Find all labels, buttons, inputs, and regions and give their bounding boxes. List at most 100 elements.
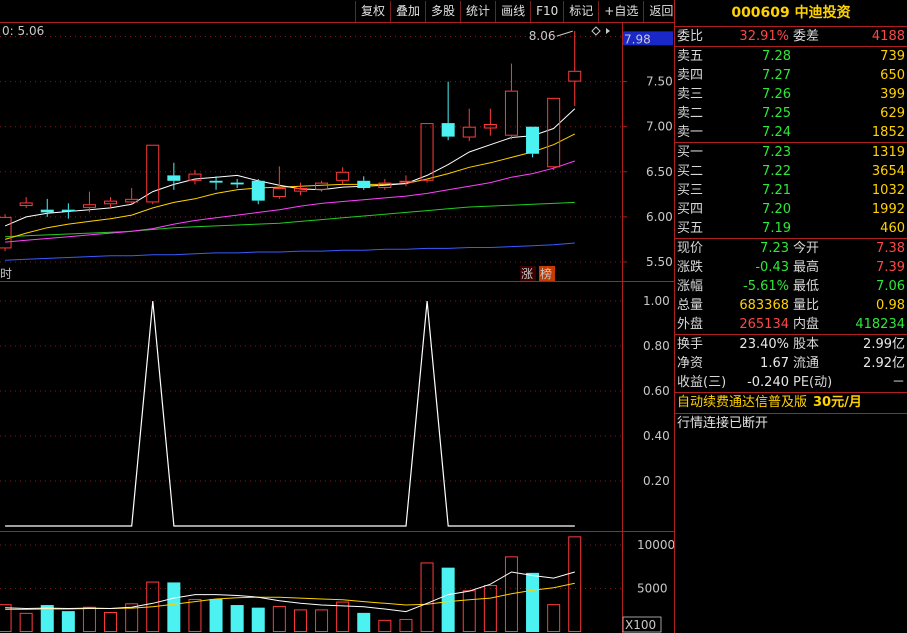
toolbar-button-3[interactable]: 统计: [460, 1, 495, 22]
candle-body[interactable]: [272, 188, 286, 198]
volume-bar[interactable]: [251, 607, 265, 632]
volume-bar[interactable]: [357, 612, 371, 632]
volume-bar[interactable]: [167, 582, 181, 632]
candle-body[interactable]: [568, 70, 582, 82]
order-row[interactable]: 买五 7.19 460: [675, 219, 907, 238]
candle-body[interactable]: [19, 202, 33, 207]
signal-line: [5, 300, 575, 527]
candle-body[interactable]: [146, 144, 160, 203]
quote-value2: 7.38: [876, 241, 905, 256]
order-row[interactable]: 买一 7.23 1319: [675, 143, 907, 162]
chart-area[interactable]: 7.50 7.00 6.50 6.00 5.50 1.00 0.80 0.60 0.40 0.20…: [0, 0, 674, 633]
fund-value: 23.40%: [739, 337, 789, 352]
candle-body[interactable]: [40, 209, 54, 213]
fund-label: 收益(三): [677, 375, 727, 390]
volume-bar[interactable]: [230, 605, 244, 632]
volume-bar[interactable]: [420, 562, 434, 632]
volume-bar[interactable]: [293, 609, 307, 632]
candle-body[interactable]: [399, 180, 413, 183]
candle-body[interactable]: [0, 216, 12, 249]
toolbar-button-4[interactable]: 画线: [495, 1, 530, 22]
order-volume: 1032: [871, 183, 905, 198]
quote-label2: 今开: [793, 241, 820, 256]
candle-body[interactable]: [104, 200, 118, 205]
volume-bar[interactable]: [0, 604, 12, 632]
quote-row: 涨跌 -0.43 最高 7.39: [675, 258, 907, 277]
volume-bar[interactable]: [272, 605, 286, 632]
price-tick-label: 6.50: [646, 165, 673, 179]
high-marker-line: [556, 30, 573, 37]
volume-bar[interactable]: [82, 606, 96, 632]
candle-body[interactable]: [251, 180, 265, 201]
quote-label2: 最高: [793, 260, 820, 275]
toolbar-button-5[interactable]: F10: [530, 1, 563, 22]
quote-panel: 000609 中迪投资 委比 32.91% 委差 4188 卖五 7.28 739 卖…: [674, 0, 907, 633]
order-price: 7.21: [762, 183, 791, 198]
toolbar-button-1[interactable]: 叠加: [390, 1, 425, 22]
candle-body[interactable]: [167, 175, 181, 181]
candle-body[interactable]: [315, 182, 329, 190]
chart-svg[interactable]: 7.50 7.00 6.50 6.00 5.50 1.00 0.80 0.60 0.40 0.20…: [0, 0, 674, 633]
candle-body[interactable]: [526, 126, 540, 154]
fund-value: -0.240: [747, 375, 789, 390]
corner-label: 时: [0, 267, 12, 281]
volume-bar[interactable]: [462, 590, 476, 632]
volume-bar[interactable]: [399, 618, 413, 633]
order-price: 7.20: [762, 202, 791, 217]
candle-body[interactable]: [61, 209, 75, 212]
volume-bar[interactable]: [526, 572, 540, 632]
candle-body[interactable]: [209, 180, 223, 183]
fund-value2: 2.99亿: [863, 337, 905, 352]
volume-bar[interactable]: [483, 585, 497, 632]
order-row[interactable]: 买四 7.20 1992: [675, 200, 907, 219]
triangle-icon[interactable]: [606, 28, 610, 34]
candle-body[interactable]: [462, 126, 476, 138]
order-row[interactable]: 卖五 7.28 739: [675, 47, 907, 66]
toolbar-button-7[interactable]: +自选: [598, 1, 643, 22]
order-row[interactable]: 卖一 7.24 1852: [675, 123, 907, 142]
quote-label: 外盘: [677, 317, 704, 332]
bang-badge: 榜: [540, 266, 552, 281]
volume-tick-label: 10000: [637, 538, 674, 552]
candle-body[interactable]: [125, 198, 139, 203]
candle-body[interactable]: [357, 180, 371, 189]
candle-body[interactable]: [420, 123, 434, 181]
order-label: 卖四: [677, 68, 704, 83]
volume-bar[interactable]: [104, 612, 118, 632]
toolbar-button-6[interactable]: 标记: [563, 1, 598, 22]
quote-value: -0.43: [755, 260, 789, 275]
ad-banner[interactable]: 自动续费通达信普及版 30元/月: [675, 393, 907, 414]
volume-bar[interactable]: [547, 604, 561, 632]
candle-body[interactable]: [82, 204, 96, 208]
volume-bar[interactable]: [61, 611, 75, 632]
order-row[interactable]: 卖四 7.27 650: [675, 66, 907, 85]
ma20-line: [5, 160, 575, 243]
signal-tick-label: 0.60: [643, 384, 670, 398]
volume-bar[interactable]: [441, 567, 455, 632]
volume-bar[interactable]: [378, 619, 392, 633]
candle-body[interactable]: [293, 188, 307, 192]
order-volume: 1319: [871, 145, 905, 160]
candle-body[interactable]: [504, 90, 518, 136]
candle-body[interactable]: [336, 171, 350, 181]
order-price: 7.23: [762, 145, 791, 160]
volume-bar[interactable]: [315, 609, 329, 632]
candle-body[interactable]: [547, 97, 561, 168]
price-tick-label: 7.50: [646, 75, 673, 89]
order-price: 7.19: [762, 221, 791, 236]
order-row[interactable]: 卖三 7.26 399: [675, 85, 907, 104]
toolbar-button-2[interactable]: 多股: [425, 1, 460, 22]
volume-bar[interactable]: [209, 598, 223, 632]
candle-body[interactable]: [230, 182, 244, 185]
volume-bar[interactable]: [188, 598, 202, 633]
weicha-value: 4188: [871, 29, 905, 44]
order-volume: 629: [880, 106, 905, 121]
weibi-value: 32.91%: [739, 29, 789, 44]
order-row[interactable]: 卖二 7.25 629: [675, 104, 907, 123]
candle-body[interactable]: [441, 123, 455, 137]
order-row[interactable]: 买三 7.21 1032: [675, 181, 907, 200]
toolbar-button-0[interactable]: 复权: [355, 1, 390, 22]
volume-bar[interactable]: [19, 612, 33, 633]
diamond-icon[interactable]: [591, 26, 601, 36]
order-row[interactable]: 买二 7.22 3654: [675, 162, 907, 181]
